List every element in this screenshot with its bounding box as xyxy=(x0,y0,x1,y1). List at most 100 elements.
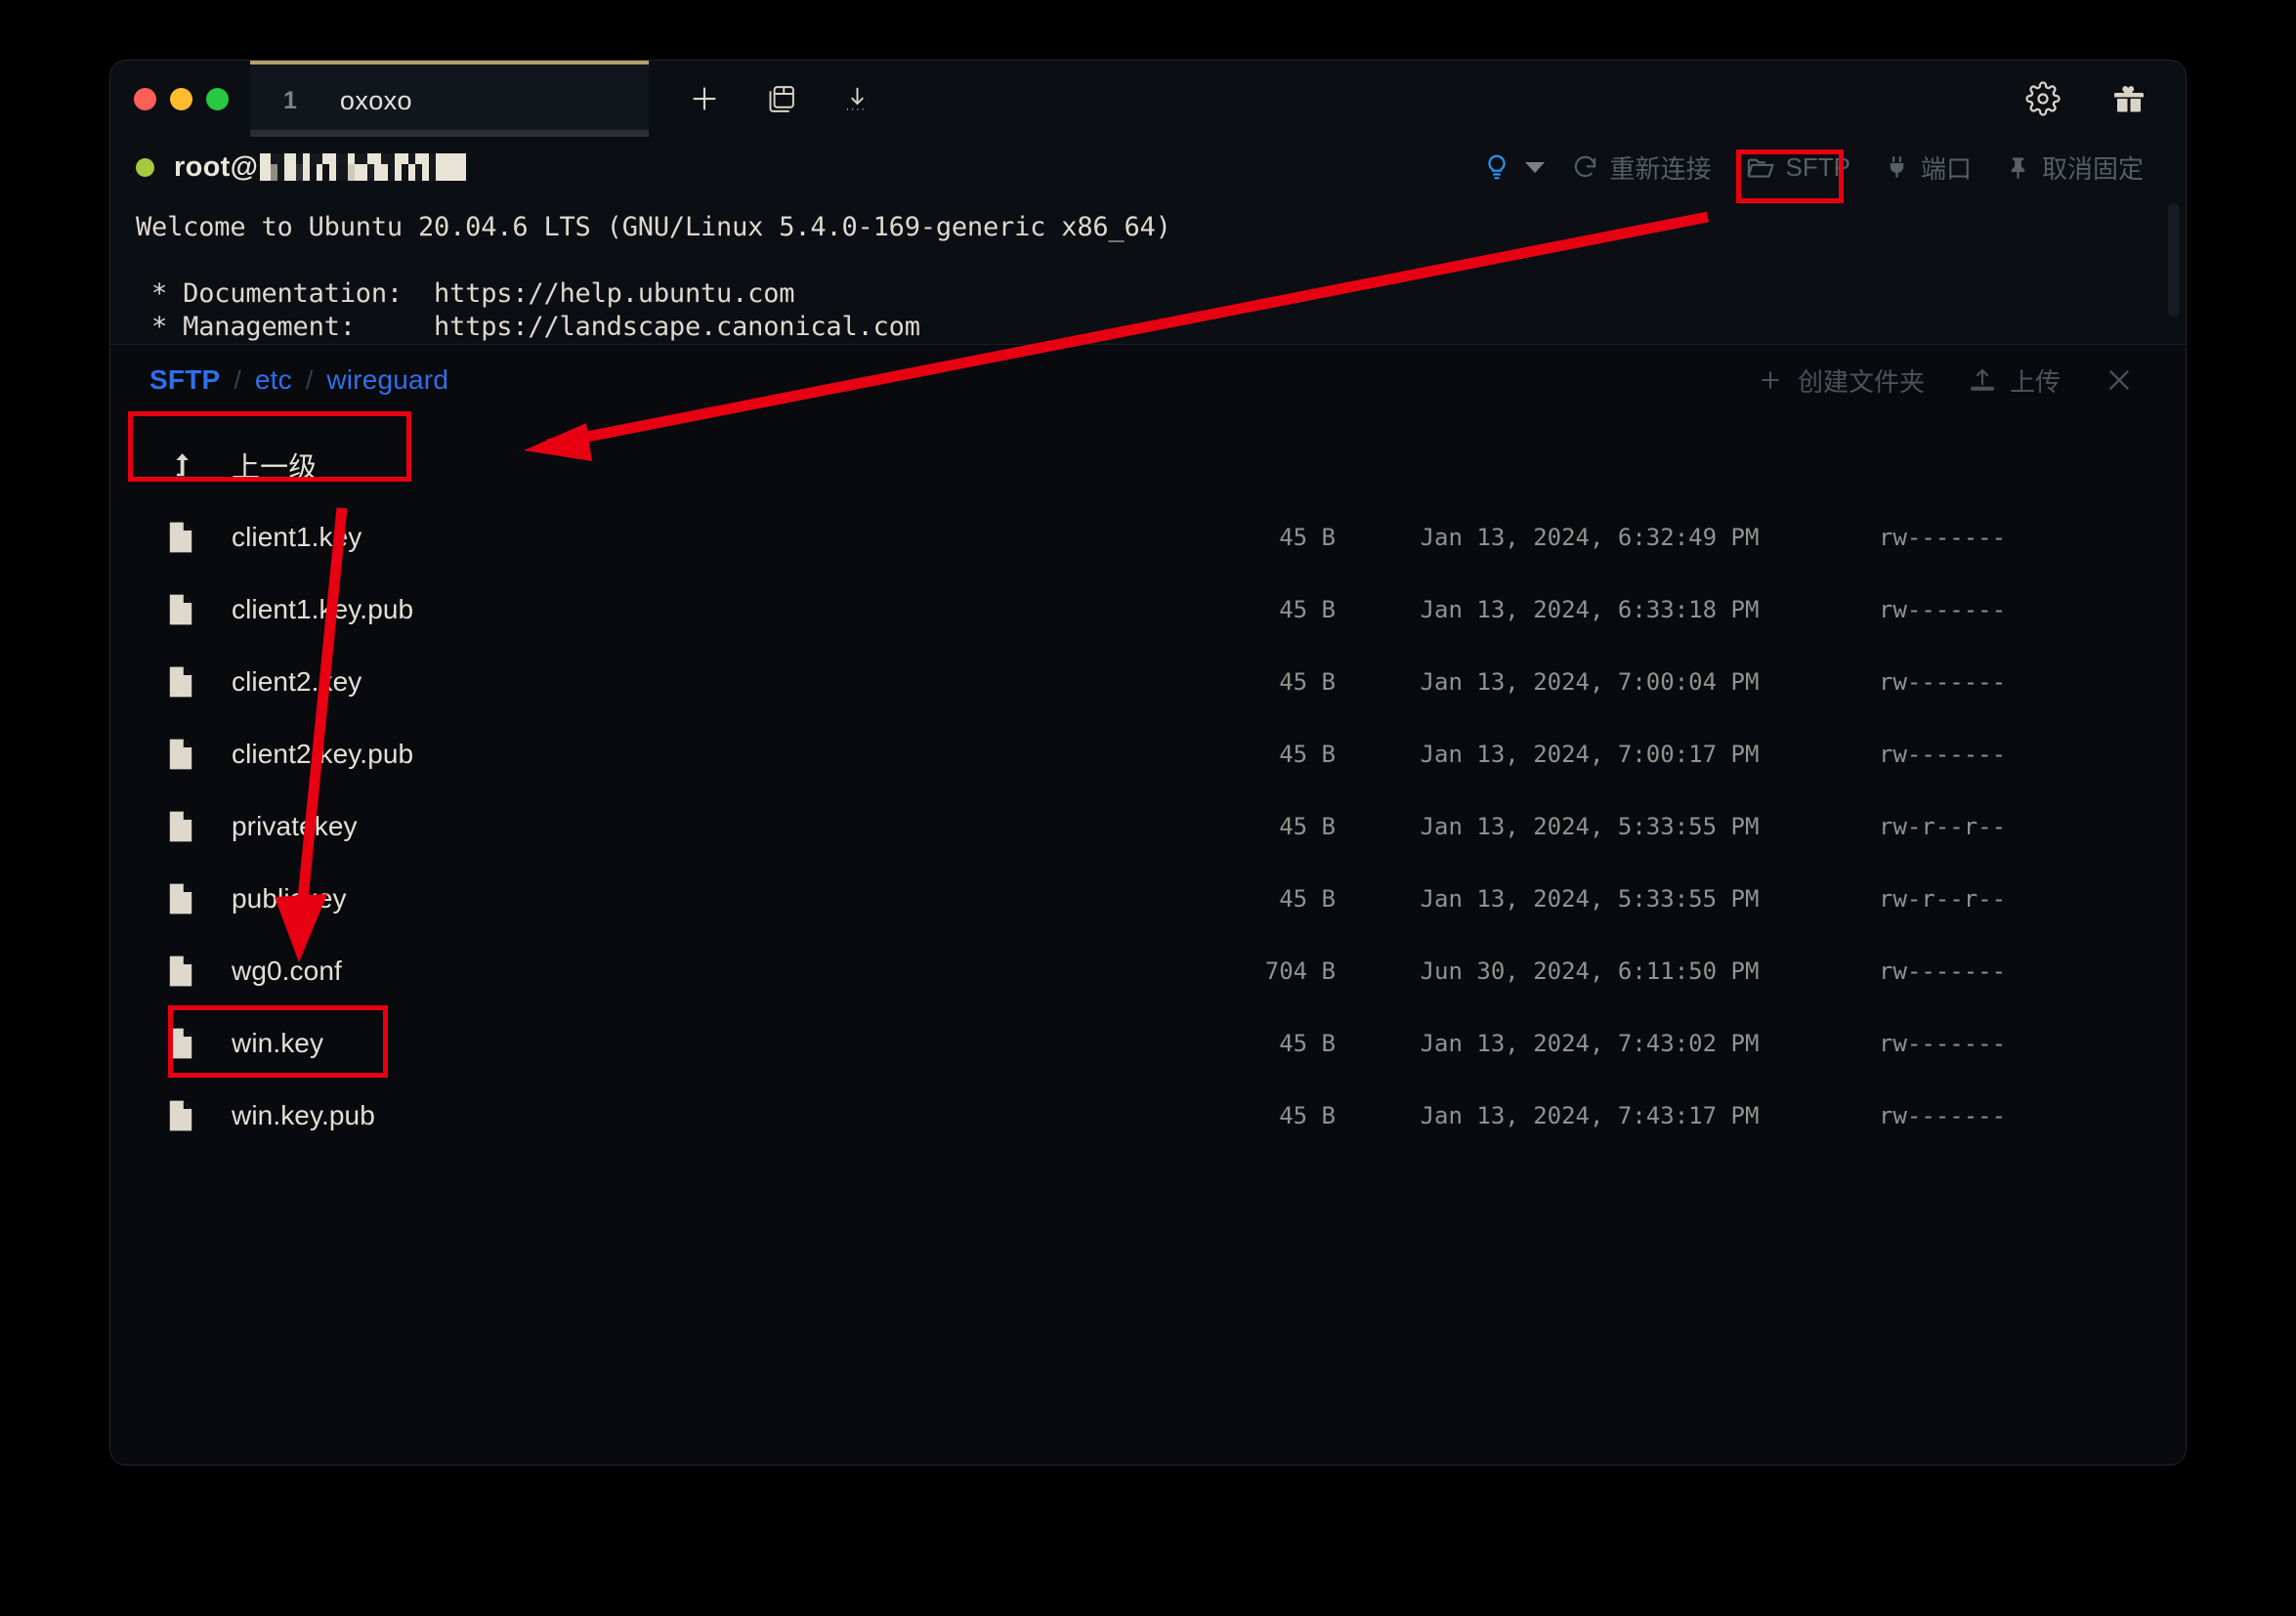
file-icon xyxy=(167,955,212,988)
file-name: client1.key xyxy=(232,522,362,552)
file-row-publickey[interactable]: publickey 45 B Jan 13, 2024, 5:33:55 PM … xyxy=(110,863,2186,935)
sftp-breadcrumb: SFTP / etc / wireguard xyxy=(149,364,448,396)
session-bar: root@ 重新连接 SFTP 端口 取消固定 xyxy=(110,137,2186,197)
session-user: root@ xyxy=(174,150,259,183)
file-permissions: rw------- xyxy=(1879,957,2007,985)
reconnect-button[interactable]: 重新连接 xyxy=(1554,144,1728,191)
file-permissions: rw------- xyxy=(1879,741,2007,768)
titlebar-icon-group xyxy=(649,61,895,137)
file-row-client1-key-pub[interactable]: client1.key.pub 45 B Jan 13, 2024, 6:33:… xyxy=(110,574,2186,646)
file-icon xyxy=(167,665,212,699)
sftp-header-actions: 创建文件夹 上传 xyxy=(1734,357,2156,404)
arrow-up-icon xyxy=(167,449,212,481)
parent-directory-label: 上一级 xyxy=(232,452,318,484)
file-modified: Jan 13, 2024, 5:33:55 PM xyxy=(1420,813,1760,840)
file-icon xyxy=(167,1099,212,1132)
hint-lightbulb-button[interactable] xyxy=(1466,147,1554,188)
file-name: client2.key xyxy=(232,666,362,697)
file-meta: 45 B Jan 13, 2024, 7:43:17 PM rw------- xyxy=(1150,1102,2186,1129)
file-meta: 704 B Jun 30, 2024, 6:11:50 PM rw------- xyxy=(1150,957,2186,985)
sftp-file-list: 上一级 client1.key 45 B Jan 13, 2024, 6:32:… xyxy=(110,415,2186,1152)
terminal-line: * Documentation: https://help.ubuntu.com xyxy=(136,278,795,309)
sftp-toolbar-button[interactable]: SFTP xyxy=(1728,147,1867,189)
download-icon[interactable] xyxy=(819,61,895,137)
file-row-client2-key[interactable]: client2.key 45 B Jan 13, 2024, 7:00:04 P… xyxy=(110,646,2186,718)
file-name: wg0.conf xyxy=(232,956,342,986)
breadcrumb-separator: / xyxy=(305,364,314,395)
terminal-line: * Management: https://landscape.canonica… xyxy=(136,312,920,342)
tab-oxoxo[interactable]: 1 oxoxo xyxy=(250,61,649,137)
file-name: win.key.pub xyxy=(232,1100,375,1130)
file-row-win-key[interactable]: win.key 45 B Jan 13, 2024, 7:43:02 PM rw… xyxy=(110,1007,2186,1080)
file-size: 45 B xyxy=(1279,668,1336,696)
file-permissions: rw------- xyxy=(1879,524,2007,551)
breadcrumb-segment-wireguard[interactable]: wireguard xyxy=(326,364,448,396)
file-size: 45 B xyxy=(1279,596,1336,623)
file-meta: 45 B Jan 13, 2024, 7:00:17 PM rw------- xyxy=(1150,741,2186,768)
breadcrumb-separator: / xyxy=(234,364,241,395)
censored-hostname xyxy=(260,153,467,181)
unpin-button[interactable]: 取消固定 xyxy=(1988,144,2160,191)
new-tab-icon[interactable] xyxy=(666,61,743,137)
file-meta: 45 B Jan 13, 2024, 7:00:04 PM rw------- xyxy=(1150,668,2186,696)
sftp-toolbar-label: SFTP xyxy=(1785,151,1850,182)
file-permissions: rw------- xyxy=(1879,1102,2007,1129)
unpin-label: 取消固定 xyxy=(2041,153,2144,184)
terminal-app-window: 1 oxoxo root@ 重新连接 SFTP 端口 取消固定 Welcome … xyxy=(110,61,2186,1465)
file-icon xyxy=(167,738,212,771)
file-name: publickey xyxy=(232,883,347,914)
file-modified: Jan 13, 2024, 7:43:02 PM xyxy=(1420,1030,1760,1057)
file-name: client2.key.pub xyxy=(232,739,414,769)
file-size: 45 B xyxy=(1279,741,1336,768)
terminal-scrollbar-thumb[interactable] xyxy=(2168,203,2180,317)
parent-directory-row[interactable]: 上一级 xyxy=(110,429,2186,501)
file-meta: 45 B Jan 13, 2024, 5:33:55 PM rw-r--r-- xyxy=(1150,813,2186,840)
upload-button[interactable]: 上传 xyxy=(1946,357,2082,404)
reconnect-label: 重新连接 xyxy=(1609,153,1712,184)
file-name: privatekey xyxy=(232,811,358,841)
tab-index: 1 xyxy=(283,86,297,114)
file-modified: Jan 13, 2024, 6:32:49 PM xyxy=(1420,524,1760,551)
file-modified: Jan 13, 2024, 7:43:17 PM xyxy=(1420,1102,1760,1129)
file-permissions: rw------- xyxy=(1879,1030,2007,1057)
settings-gear-icon[interactable] xyxy=(2012,61,2074,137)
upload-label: 上传 xyxy=(2009,366,2061,397)
file-icon xyxy=(167,1027,212,1060)
titlebar-right-icons xyxy=(2012,61,2186,137)
file-modified: Jun 30, 2024, 6:11:50 PM xyxy=(1420,957,1760,985)
minimize-window-button[interactable] xyxy=(170,87,192,110)
port-button[interactable]: 端口 xyxy=(1867,144,1988,191)
file-permissions: rw------- xyxy=(1879,596,2007,623)
file-icon xyxy=(167,882,212,915)
terminal-line: Welcome to Ubuntu 20.04.6 LTS (GNU/Linux… xyxy=(136,212,1171,242)
file-size: 45 B xyxy=(1279,1102,1336,1129)
create-folder-button[interactable]: 创建文件夹 xyxy=(1734,357,1946,404)
session-host: root@ xyxy=(136,150,467,184)
file-row-wg0-conf[interactable]: wg0.conf 704 B Jun 30, 2024, 6:11:50 PM … xyxy=(110,935,2186,1007)
file-size: 45 B xyxy=(1279,1030,1336,1057)
close-window-button[interactable] xyxy=(134,87,156,110)
traffic-lights xyxy=(110,61,250,137)
file-meta: 45 B Jan 13, 2024, 7:43:02 PM rw------- xyxy=(1150,1030,2186,1057)
sftp-file-browser: SFTP / etc / wireguard 创建文件夹 上传 上一级 clie… xyxy=(110,344,2186,1465)
file-icon xyxy=(167,810,212,843)
file-row-client2-key-pub[interactable]: client2.key.pub 45 B Jan 13, 2024, 7:00:… xyxy=(110,718,2186,790)
file-permissions: rw------- xyxy=(1879,668,2007,696)
maximize-window-button[interactable] xyxy=(206,87,229,110)
close-sftp-panel-button[interactable] xyxy=(2082,359,2156,402)
chevron-down-icon xyxy=(1524,161,1545,173)
split-pane-icon[interactable] xyxy=(743,61,819,137)
breadcrumb-segment-etc[interactable]: etc xyxy=(255,364,292,396)
port-label: 端口 xyxy=(1920,153,1972,184)
breadcrumb-root[interactable]: SFTP xyxy=(149,364,220,396)
file-icon xyxy=(167,593,212,626)
gift-icon[interactable] xyxy=(2098,61,2160,137)
file-row-client1-key[interactable]: client1.key 45 B Jan 13, 2024, 6:32:49 P… xyxy=(110,501,2186,574)
sftp-header: SFTP / etc / wireguard 创建文件夹 上传 xyxy=(110,345,2186,415)
file-row-privatekey[interactable]: privatekey 45 B Jan 13, 2024, 5:33:55 PM… xyxy=(110,790,2186,863)
file-row-win-key-pub[interactable]: win.key.pub 45 B Jan 13, 2024, 7:43:17 P… xyxy=(110,1080,2186,1152)
terminal-output[interactable]: Welcome to Ubuntu 20.04.6 LTS (GNU/Linux… xyxy=(110,197,2186,344)
file-meta: 45 B Jan 13, 2024, 6:32:49 PM rw------- xyxy=(1150,524,2186,551)
file-modified: Jan 13, 2024, 6:33:18 PM xyxy=(1420,596,1760,623)
